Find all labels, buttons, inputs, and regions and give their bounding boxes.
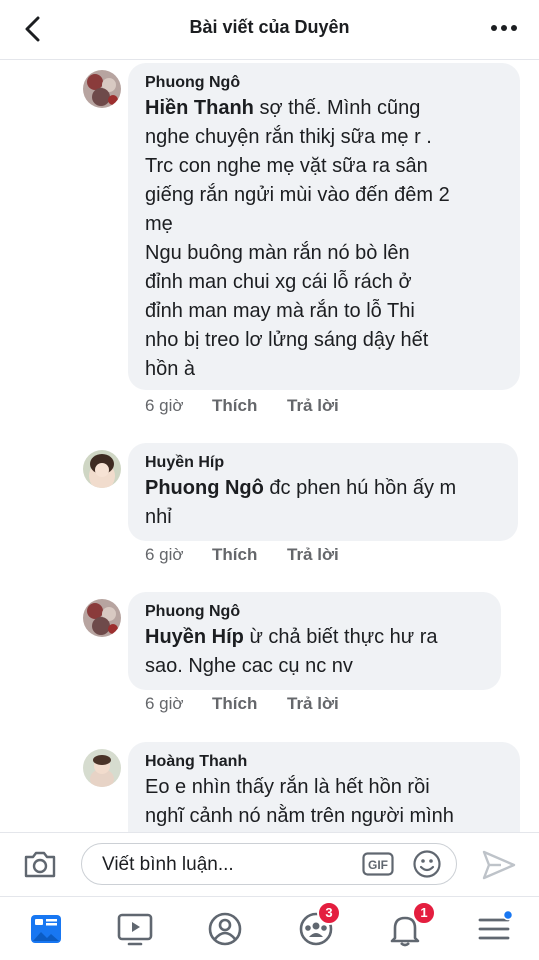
- send-icon[interactable]: [481, 849, 517, 881]
- groups-tab[interactable]: 3: [296, 901, 341, 949]
- comment-time: 6 giờ: [145, 396, 184, 415]
- avatar[interactable]: [83, 599, 121, 637]
- profile-icon[interactable]: [205, 909, 245, 949]
- gif-icon[interactable]: GIF: [362, 852, 394, 876]
- comment-bubble: Phuong Ngô Hiền Thanh sợ thế. Mình cũng …: [128, 63, 520, 390]
- top-bar: Bài viết của Duyên: [0, 0, 539, 60]
- mention-link[interactable]: Phuong Ngô: [145, 477, 264, 499]
- comment-author[interactable]: Huyền Híp: [145, 452, 502, 474]
- comment-author[interactable]: Phuong Ngô: [145, 601, 485, 623]
- like-button[interactable]: Thích: [212, 394, 257, 418]
- comment-bubble: Hoàng Thanh Eo e nhìn thấy rắn là hết hồ…: [128, 742, 520, 832]
- bottom-tab-bar: 3 1: [0, 896, 539, 960]
- comment-body: sợ thế. Mình cũng nghe chuyện rắn thikj …: [145, 97, 450, 380]
- comment-input[interactable]: Viết bình luận... GIF: [81, 843, 457, 885]
- more-options-icon[interactable]: [489, 16, 519, 40]
- like-button[interactable]: Thích: [212, 543, 257, 567]
- avatar[interactable]: [83, 749, 121, 787]
- comment-author[interactable]: Phuong Ngô: [145, 72, 504, 94]
- comment-composer: Viết bình luận... GIF: [0, 832, 539, 896]
- comment-list: Phuong Ngô Hiền Thanh sợ thế. Mình cũng …: [0, 60, 539, 832]
- comment-time: 6 giờ: [145, 694, 184, 713]
- watch-icon[interactable]: [115, 909, 155, 949]
- avatar[interactable]: [83, 450, 121, 488]
- news-feed-icon[interactable]: [26, 909, 66, 949]
- groups-badge: 3: [317, 901, 341, 925]
- comment-author[interactable]: Hoàng Thanh: [145, 751, 504, 773]
- like-button[interactable]: Thích: [212, 692, 257, 716]
- comment-input-placeholder: Viết bình luận...: [102, 854, 234, 875]
- comment-bubble: Phuong Ngô Huyền Híp ừ chả biết thực hư …: [128, 592, 501, 690]
- avatar[interactable]: [83, 70, 121, 108]
- notifications-badge: 1: [412, 901, 436, 925]
- mention-link[interactable]: Hiền Thanh: [145, 97, 254, 119]
- camera-icon[interactable]: [22, 848, 58, 880]
- gif-label: GIF: [368, 858, 388, 872]
- comment-time: 6 giờ: [145, 545, 184, 564]
- comment-bubble: Huyền Híp Phuong Ngô đc phen hú hồn ấy m…: [128, 443, 518, 541]
- menu-icon: [478, 909, 514, 940]
- comment-text: Phuong Ngô đc phen hú hồn ấy m nhỉ: [145, 474, 502, 532]
- comment-text: Huyền Híp ừ chả biết thực hư ra sao. Ngh…: [145, 623, 485, 681]
- reply-button[interactable]: Trả lời: [287, 394, 339, 418]
- reply-button[interactable]: Trả lời: [287, 692, 339, 716]
- comment-text: Eo e nhìn thấy rắn là hết hồn rồi nghĩ c…: [145, 776, 454, 827]
- page-title: Bài viết của Duyên: [189, 17, 350, 37]
- emoji-icon[interactable]: [412, 849, 442, 879]
- notifications-tab[interactable]: 1: [385, 901, 436, 949]
- comment-text: Hiền Thanh sợ thế. Mình cũng nghe chuyện…: [145, 94, 504, 384]
- mention-link[interactable]: Huyền Híp: [145, 626, 244, 648]
- reply-button[interactable]: Trả lời: [287, 543, 339, 567]
- menu-tab[interactable]: [474, 909, 514, 949]
